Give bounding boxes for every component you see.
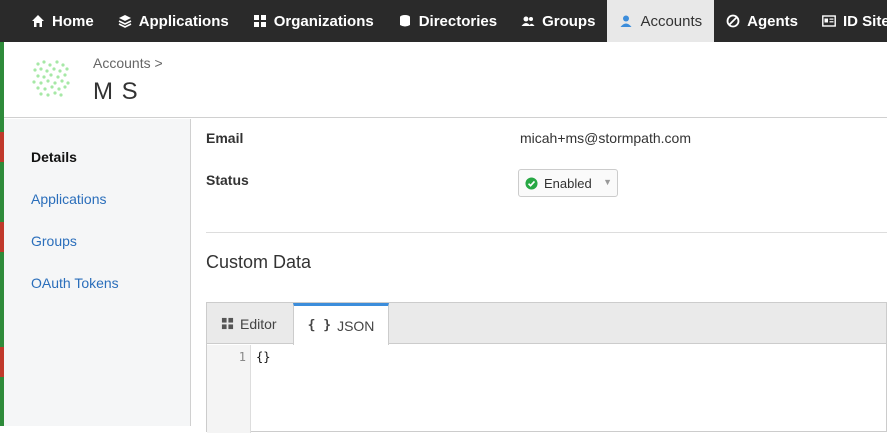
nav-groups[interactable]: Groups [509,0,607,42]
chevron-down-icon: ▼ [603,177,612,187]
email-label: Email [206,130,244,146]
id-card-icon [822,15,836,27]
nav-directories[interactable]: Directories [386,0,509,42]
sidebar: Details Applications Groups OAuth Tokens [4,119,191,426]
sidebar-item-applications[interactable]: Applications [31,191,107,207]
tab-json-label: JSON [337,317,375,334]
nav-accounts[interactable]: Accounts [607,0,715,42]
nav-id-site[interactable]: ID Site [810,0,887,42]
email-value: micah+ms@stormpath.com [520,130,691,146]
nav-organizations-label: Organizations [273,12,374,30]
page-header: Accounts > M S [4,42,887,118]
check-circle-icon [525,176,538,190]
nav-home[interactable]: Home [0,0,106,42]
top-navigation: Home Applications Organizations Director… [0,0,887,42]
nav-agents[interactable]: Agents [714,0,810,42]
user-icon [620,15,632,27]
grid-icon [221,317,234,330]
divider [206,232,887,233]
sidebar-item-groups[interactable]: Groups [31,233,77,249]
braces-icon: { } [307,318,332,333]
tab-editor[interactable]: Editor [207,303,293,344]
nav-applications-label: Applications [138,12,229,30]
nav-agents-label: Agents [747,12,798,30]
status-label: Status [206,172,249,188]
line-number: 1 [238,350,246,364]
nav-accounts-label: Accounts [640,12,703,30]
sidebar-item-details[interactable]: Details [31,149,77,165]
layers-icon [118,15,132,28]
nav-id-site-label: ID Site [842,12,887,30]
tab-json[interactable]: { } JSON [292,303,390,345]
sidebar-item-oauth-tokens[interactable]: OAuth Tokens [31,275,119,291]
nav-organizations[interactable]: Organizations [241,0,386,42]
tab-editor-label: Editor [240,315,277,332]
agent-icon [726,14,740,28]
home-icon [32,15,44,27]
nav-home-label: Home [52,12,94,30]
line-gutter: 1 [207,345,251,433]
page-title: M S [93,78,139,105]
users-icon [521,16,535,26]
nav-directories-label: Directories [418,12,498,30]
nav-groups-label: Groups [542,12,596,30]
grid-icon [253,15,266,27]
editor-tabs: Editor { } JSON [207,303,886,345]
nav-applications[interactable]: Applications [106,0,241,42]
custom-data-editor: Editor { } JSON 1 {} [206,302,887,433]
avatar [32,60,70,97]
code-editor-text[interactable]: {} [256,350,270,364]
status-select[interactable]: Enabled ▼ [518,169,618,197]
database-icon [399,15,410,27]
custom-data-title: Custom Data [206,252,312,272]
main-content: Email micah+ms@stormpath.com Status Enab… [191,119,887,433]
status-value: Enabled [544,175,592,191]
breadcrumb[interactable]: Accounts > [93,55,163,71]
